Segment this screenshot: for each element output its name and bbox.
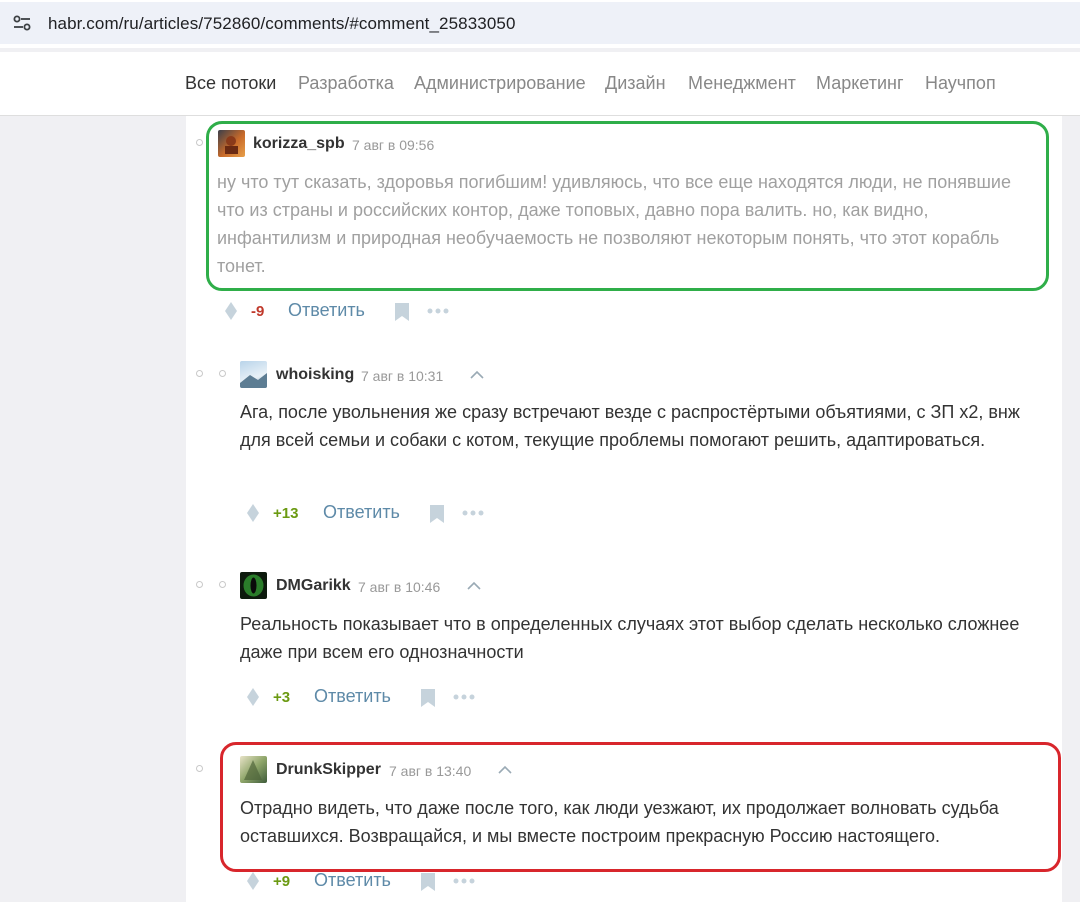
chevron-up-icon[interactable]: [470, 370, 484, 380]
vote-icon[interactable]: [224, 302, 238, 320]
bookmark-icon[interactable]: [430, 505, 444, 523]
nav-item-all-flows[interactable]: Все потоки: [185, 73, 276, 94]
vote-icon[interactable]: [246, 688, 260, 706]
comment-score: -9: [251, 303, 265, 320]
nav-item-design[interactable]: Дизайн: [605, 73, 666, 94]
thread-branch-dot: [219, 370, 226, 377]
nav-item-development[interactable]: Разработка: [298, 73, 394, 94]
comment-score: +3: [273, 689, 291, 706]
thread-branch-dot: [219, 581, 226, 588]
comment-time[interactable]: 7 авг в 10:46: [358, 579, 440, 595]
comment-author[interactable]: whoisking: [276, 366, 354, 384]
reply-button[interactable]: Ответить: [314, 686, 391, 707]
flows-nav: Все потоки Разработка Администрирование …: [0, 52, 1080, 116]
bookmark-icon[interactable]: [421, 873, 435, 891]
reply-button[interactable]: Ответить: [288, 300, 365, 321]
nav-item-popsci[interactable]: Научпоп: [925, 73, 996, 94]
highlight-frame-green: [206, 121, 1049, 291]
comment-text: Реальность показывает что в определенных…: [240, 614, 1020, 662]
more-icon[interactable]: [462, 510, 484, 516]
comment-time[interactable]: 7 авг в 10:31: [361, 368, 443, 384]
avatar[interactable]: [240, 361, 267, 388]
avatar[interactable]: [240, 572, 267, 599]
highlight-frame-red: [220, 742, 1061, 872]
thread-branch-dot: [196, 370, 203, 377]
vote-icon[interactable]: [246, 872, 260, 890]
vote-icon[interactable]: [246, 504, 260, 522]
chevron-up-icon[interactable]: [467, 581, 481, 591]
tune-icon[interactable]: [12, 13, 32, 33]
thread-branch-dot: [196, 581, 203, 588]
comment-score: +9: [273, 873, 291, 890]
comment-text: Ага, после увольнения же сразу встречают…: [240, 402, 1020, 450]
thread-branch-dot: [196, 139, 203, 146]
address-bar: habr.com/ru/articles/752860/comments/#co…: [0, 0, 1080, 48]
more-icon[interactable]: [453, 878, 475, 884]
omnibox[interactable]: habr.com/ru/articles/752860/comments/#co…: [0, 2, 1080, 44]
comment-score: +13: [273, 505, 299, 522]
more-icon[interactable]: [427, 308, 449, 314]
bookmark-icon[interactable]: [421, 689, 435, 707]
reply-button[interactable]: Ответить: [323, 502, 400, 523]
nav-item-marketing[interactable]: Маркетинг: [816, 73, 904, 94]
nav-item-management[interactable]: Менеджмент: [688, 73, 796, 94]
comment-author[interactable]: DMGarikk: [276, 577, 351, 595]
url-text[interactable]: habr.com/ru/articles/752860/comments/#co…: [48, 14, 516, 34]
thread-branch-dot: [196, 765, 203, 772]
bookmark-icon[interactable]: [395, 303, 409, 321]
more-icon[interactable]: [453, 694, 475, 700]
nav-item-administration[interactable]: Администрирование: [414, 73, 586, 94]
reply-button[interactable]: Ответить: [314, 870, 391, 891]
